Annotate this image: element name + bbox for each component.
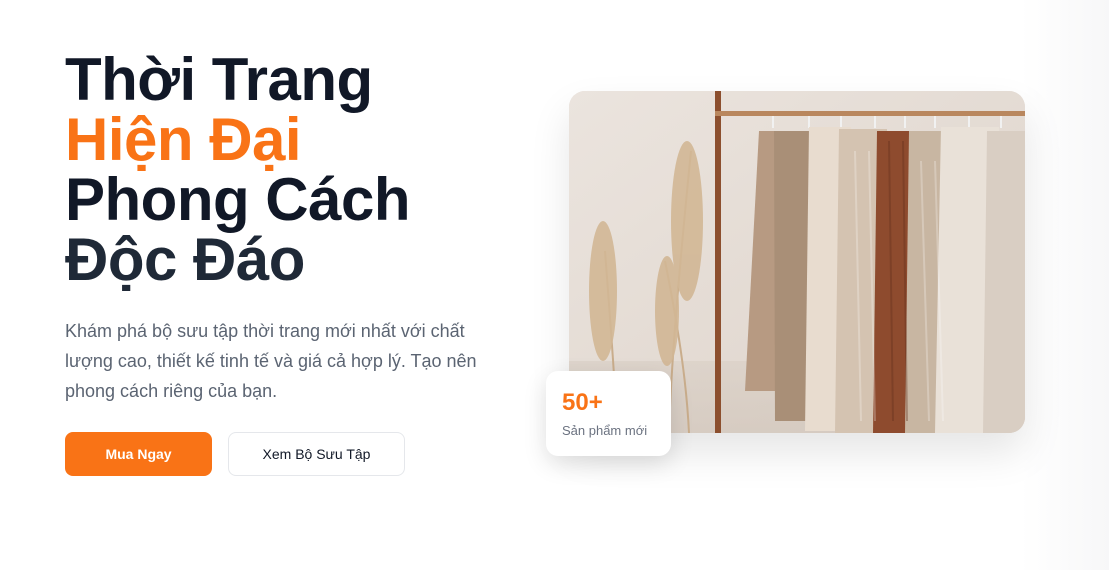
hero-page: Thời Trang Hiện Đại Phong Cách Độc Đáo K… — [0, 0, 1109, 570]
headline-line-1: Thời Trang — [65, 46, 373, 113]
headline-line-4: Độc Đáo — [65, 226, 305, 293]
stat-value: 50+ — [562, 389, 603, 416]
hero-description: Khám phá bộ sưu tập thời trang mới nhất … — [65, 321, 477, 401]
buy-now-button[interactable]: Mua Ngay — [65, 432, 212, 476]
headline-line-2-accent: Hiện Đại — [65, 106, 302, 173]
headline-line-3: Phong Cách — [65, 166, 411, 233]
cta-buttons: Mua Ngay Xem Bộ Sưu Tập — [65, 432, 545, 476]
new-products-stat-card: 50+ Sản phẩm mới — [546, 371, 671, 456]
view-collection-button[interactable]: Xem Bộ Sưu Tập — [228, 432, 405, 476]
hero-text-column: Thời Trang Hiện Đại Phong Cách Độc Đáo K… — [65, 50, 545, 476]
stat-label: Sản phẩm mới — [562, 423, 648, 438]
hero-headline: Thời Trang Hiện Đại Phong Cách Độc Đáo — [65, 50, 545, 290]
